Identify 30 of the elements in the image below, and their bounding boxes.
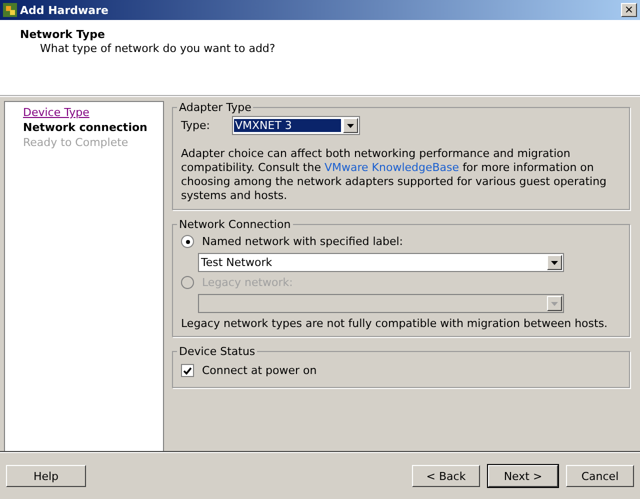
checkmark-icon — [183, 366, 192, 374]
group-title: Device Status — [178, 345, 256, 358]
dialog-button[interactable]: Cancel — [566, 465, 634, 487]
network-dropdown[interactable] — [198, 294, 564, 313]
group-title: Adapter Type — [178, 101, 252, 114]
page-subtitle: What type of network do you want to add? — [39, 42, 276, 55]
group-title: Network Connection — [178, 218, 292, 231]
wizard-step: Network connection — [23, 121, 163, 134]
dropdown-arrow-icon — [551, 302, 558, 306]
radio-label: Named network with specified label: — [202, 235, 404, 248]
dialog-button[interactable]: Next > — [488, 465, 558, 487]
checkbox-label: Connect at power on — [202, 364, 317, 377]
dialog-button[interactable]: Help — [6, 465, 86, 487]
dropdown-arrow-icon — [551, 260, 558, 264]
checkbox[interactable] — [181, 364, 194, 377]
app-icon — [3, 3, 17, 17]
network-dropdown[interactable]: Test Network — [198, 253, 564, 272]
field-label: Type: — [181, 119, 210, 132]
wizard-step[interactable]: Device Type — [23, 106, 163, 119]
window-title: Add Hardware — [20, 4, 110, 16]
dialog-button[interactable]: < Back — [412, 465, 480, 487]
knowledgebase-link[interactable]: VMware KnowledgeBase — [324, 161, 460, 174]
page-title: Network Type — [20, 28, 106, 41]
dropdown-arrow-icon — [346, 124, 354, 128]
close-button[interactable]: × — [621, 3, 637, 17]
radio-button[interactable] — [181, 235, 194, 248]
adapter-description: Adapter choice can affect both networking performance and migration compatibility. Consult the VMware KnowledgeBase for more information on choosing among the network adapters supported for various guest operating systems and hosts. — [181, 147, 608, 203]
adapter-type-dropdown[interactable]: VMXNET 3 — [232, 116, 360, 135]
legacy-note: Legacy network types are not fully compatible with migration between hosts. — [181, 317, 609, 330]
wizard-step: Ready to Complete — [23, 136, 163, 149]
